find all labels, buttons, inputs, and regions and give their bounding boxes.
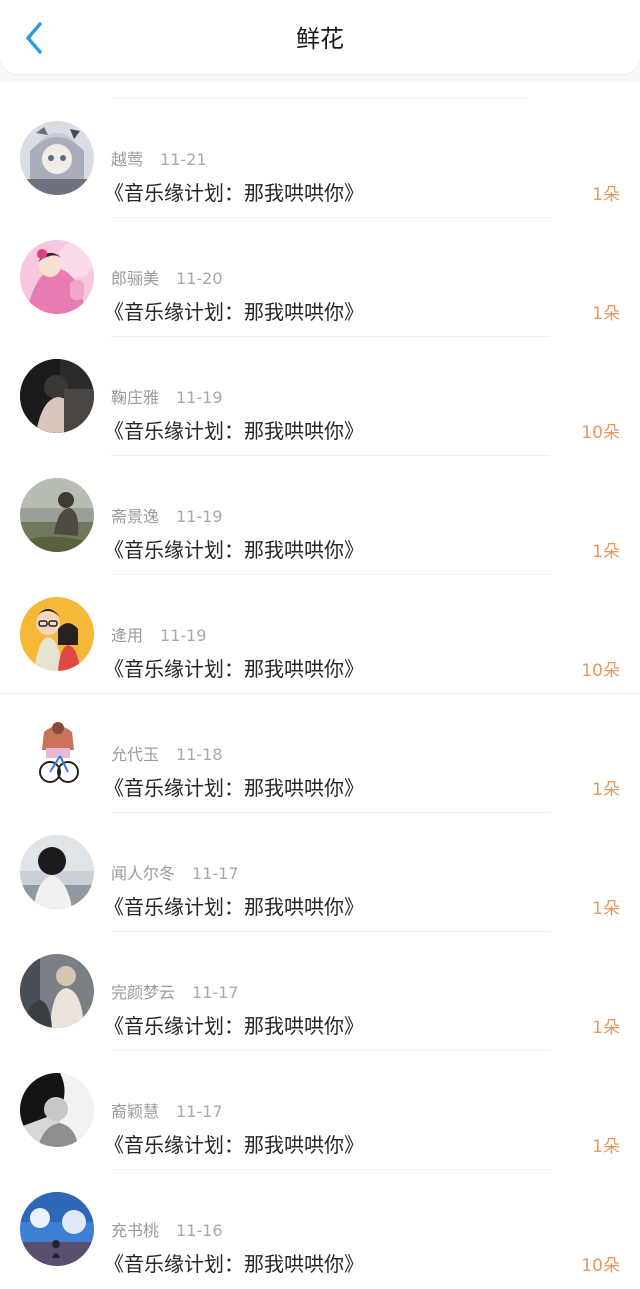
- flower-count: 10朵: [581, 661, 620, 681]
- list-item[interactable]: 越莺 11-21 《音乐缘计划：那我哄哄你》 1朵: [0, 99, 640, 218]
- avatar: [20, 835, 94, 909]
- flower-count: 10朵: [581, 1256, 620, 1276]
- date-label: 11-19: [160, 626, 207, 645]
- sender-name: 裔颖慧: [111, 1102, 160, 1121]
- avatar: [20, 240, 94, 314]
- flower-list: 越莺 11-21 《音乐缘计划：那我哄哄你》 1朵 郎骊美 11-20 《音乐缘计划…: [0, 82, 640, 1289]
- date-label: 11-17: [192, 864, 239, 883]
- sender-name: 允代玉: [111, 745, 160, 764]
- date-label: 11-17: [176, 1102, 223, 1121]
- meta-line: 充书桃 11-16: [111, 1220, 223, 1242]
- list-item[interactable]: 逄用 11-19 《音乐缘计划：那我哄哄你》 10朵: [0, 575, 640, 694]
- sender-name: 逄用: [111, 626, 144, 645]
- flower-count: 1朵: [592, 1137, 620, 1157]
- avatar: [20, 478, 94, 552]
- meta-line: 鞠庄雅 11-19: [111, 387, 223, 409]
- date-label: 11-16: [176, 1221, 223, 1240]
- sender-name: 完颜梦云: [111, 983, 176, 1002]
- list-item[interactable]: 充书桃 11-16 《音乐缘计划：那我哄哄你》 10朵: [0, 1170, 640, 1289]
- list-item[interactable]: 斋景逸 11-19 《音乐缘计划：那我哄哄你》 1朵: [0, 456, 640, 575]
- avatar: [20, 597, 94, 671]
- song-title: 《音乐缘计划：那我哄哄你》: [104, 1014, 364, 1038]
- sender-name: 闻人尔冬: [111, 864, 176, 883]
- song-title: 《音乐缘计划：那我哄哄你》: [104, 657, 364, 681]
- avatar: [20, 716, 94, 790]
- meta-line: 允代玉 11-18: [111, 744, 223, 766]
- song-title: 《音乐缘计划：那我哄哄你》: [104, 1252, 364, 1276]
- date-label: 11-19: [176, 388, 223, 407]
- sender-name: 充书桃: [111, 1221, 160, 1240]
- flower-count: 1朵: [592, 1018, 620, 1038]
- sender-name: 郎骊美: [111, 269, 160, 288]
- list-item[interactable]: 闻人尔冬 11-17 《音乐缘计划：那我哄哄你》 1朵: [0, 813, 640, 932]
- list-divider: [110, 82, 530, 99]
- list-item[interactable]: 郎骊美 11-20 《音乐缘计划：那我哄哄你》 1朵: [0, 218, 640, 337]
- flower-count: 10朵: [581, 423, 620, 443]
- list-item[interactable]: 鞠庄雅 11-19 《音乐缘计划：那我哄哄你》 10朵: [0, 337, 640, 456]
- song-title: 《音乐缘计划：那我哄哄你》: [104, 895, 364, 919]
- song-title: 《音乐缘计划：那我哄哄你》: [104, 776, 364, 800]
- flower-count: 1朵: [592, 304, 620, 324]
- meta-line: 闻人尔冬 11-17: [111, 863, 239, 885]
- list-item[interactable]: 裔颖慧 11-17 《音乐缘计划：那我哄哄你》 1朵: [0, 1051, 640, 1170]
- date-label: 11-20: [176, 269, 223, 288]
- avatar: [20, 1073, 94, 1147]
- flower-count: 1朵: [592, 899, 620, 919]
- flower-count: 1朵: [592, 185, 620, 205]
- avatar: [20, 359, 94, 433]
- top-bar: 鲜花: [0, 0, 640, 74]
- date-label: 11-19: [176, 507, 223, 526]
- meta-line: 郎骊美 11-20: [111, 268, 223, 290]
- list-item[interactable]: 完颜梦云 11-17 《音乐缘计划：那我哄哄你》 1朵: [0, 932, 640, 1051]
- song-title: 《音乐缘计划：那我哄哄你》: [104, 181, 364, 205]
- date-label: 11-18: [176, 745, 223, 764]
- date-label: 11-21: [160, 150, 207, 169]
- meta-line: 完颜梦云 11-17: [111, 982, 239, 1004]
- avatar: [20, 954, 94, 1028]
- song-title: 《音乐缘计划：那我哄哄你》: [104, 300, 364, 324]
- song-title: 《音乐缘计划：那我哄哄你》: [104, 419, 364, 443]
- meta-line: 斋景逸 11-19: [111, 506, 223, 528]
- meta-line: 越莺 11-21: [111, 149, 207, 171]
- meta-line: 逄用 11-19: [111, 625, 207, 647]
- meta-line: 裔颖慧 11-17: [111, 1101, 223, 1123]
- avatar: [20, 121, 94, 195]
- song-title: 《音乐缘计划：那我哄哄你》: [104, 1133, 364, 1157]
- flower-count: 1朵: [592, 780, 620, 800]
- sender-name: 越莺: [111, 150, 144, 169]
- list-item[interactable]: 允代玉 11-18 《音乐缘计划：那我哄哄你》 1朵: [0, 694, 640, 813]
- flower-count: 1朵: [592, 542, 620, 562]
- avatar: [20, 1192, 94, 1266]
- page-title: 鲜花: [296, 25, 344, 53]
- song-title: 《音乐缘计划：那我哄哄你》: [104, 538, 364, 562]
- sender-name: 斋景逸: [111, 507, 160, 526]
- date-label: 11-17: [192, 983, 239, 1002]
- sender-name: 鞠庄雅: [111, 388, 160, 407]
